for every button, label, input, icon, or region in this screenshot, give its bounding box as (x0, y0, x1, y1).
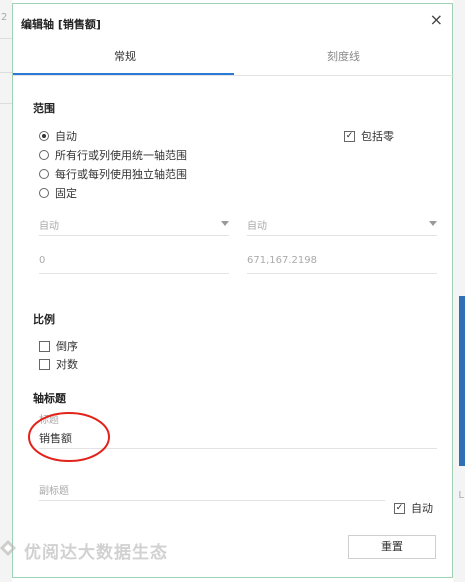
checkbox-label: 对数 (56, 358, 78, 371)
radio-range-independent[interactable]: 每行或每列使用独立轴范围 (39, 166, 187, 182)
select-value: 自动 (247, 221, 267, 232)
include-zero-checkbox[interactable]: ✓ 包括零 (344, 128, 394, 144)
logarithmic-checkbox[interactable]: 对数 (39, 356, 78, 372)
range-end-select[interactable]: 自动 (247, 217, 437, 236)
dropdown-arrow-icon (429, 221, 437, 226)
checkbox-label: 自动 (411, 502, 433, 515)
radio-icon (39, 188, 49, 198)
radio-icon (39, 169, 49, 179)
checkbox-label: 包括零 (361, 130, 394, 143)
axis-title-field[interactable]: 销售额 (39, 430, 437, 449)
checkbox-checked-icon: ✓ (344, 130, 355, 142)
range-start-select[interactable]: 自动 (39, 217, 229, 236)
radio-range-uniform[interactable]: 所有行或列使用统一轴范围 (39, 147, 187, 163)
field-value: 销售额 (39, 432, 72, 445)
radio-range-auto[interactable]: 自动 (39, 128, 77, 144)
reversed-checkbox[interactable]: 倒序 (39, 338, 78, 354)
checkbox-icon (39, 340, 50, 352)
radio-label: 固定 (55, 187, 77, 200)
radio-icon (39, 150, 49, 160)
close-icon[interactable]: × (430, 10, 443, 30)
watermark-text: 优阅达大数据生态 (24, 543, 168, 563)
dialog-title: 编辑轴 [销售额] (21, 18, 101, 31)
axis-subtitle-field[interactable]: 副标题 (39, 482, 385, 501)
background-left-text: 2 (1, 12, 8, 23)
background-right-accent-bar (459, 296, 465, 466)
background-divider (0, 72, 12, 73)
checkbox-checked-icon: ✓ (394, 502, 405, 514)
radio-label: 自动 (55, 130, 77, 143)
radio-range-fixed[interactable]: 固定 (39, 185, 77, 201)
field-placeholder: 副标题 (39, 486, 69, 497)
radio-selected-icon (39, 131, 49, 141)
radio-label: 每行或每列使用独立轴范围 (55, 168, 187, 181)
section-title-range: 范围 (33, 102, 55, 115)
reset-button[interactable]: 重置 (348, 535, 436, 559)
checkbox-icon (39, 358, 50, 370)
edit-axis-dialog: 编辑轴 [销售额] × 常规 刻度线 范围 自动 所有行或列使用统一轴范围 每行… (12, 3, 454, 578)
radio-label: 所有行或列使用统一轴范围 (55, 149, 187, 162)
background-left-panel (0, 0, 12, 582)
background-right-text: L (458, 490, 464, 501)
section-title-axis-title: 轴标题 (33, 392, 66, 405)
title-field-label: 标题 (39, 415, 59, 426)
subtitle-auto-checkbox[interactable]: ✓ 自动 (394, 500, 433, 516)
section-title-scale: 比例 (33, 313, 55, 326)
select-value: 自动 (39, 221, 59, 232)
range-start-field[interactable]: 0 (39, 255, 229, 274)
range-end-field[interactable]: 671,167.2198 (247, 255, 437, 274)
dropdown-arrow-icon (221, 221, 229, 226)
background-divider (0, 103, 12, 104)
tab-tick-marks[interactable]: 刻度线 (327, 48, 360, 64)
tab-general[interactable]: 常规 (114, 48, 136, 64)
field-value: 0 (39, 255, 46, 266)
tab-divider (13, 75, 454, 76)
checkbox-label: 倒序 (56, 340, 78, 353)
field-value: 671,167.2198 (247, 255, 317, 266)
watermark-logo-icon (0, 540, 16, 556)
background-divider (0, 38, 12, 39)
